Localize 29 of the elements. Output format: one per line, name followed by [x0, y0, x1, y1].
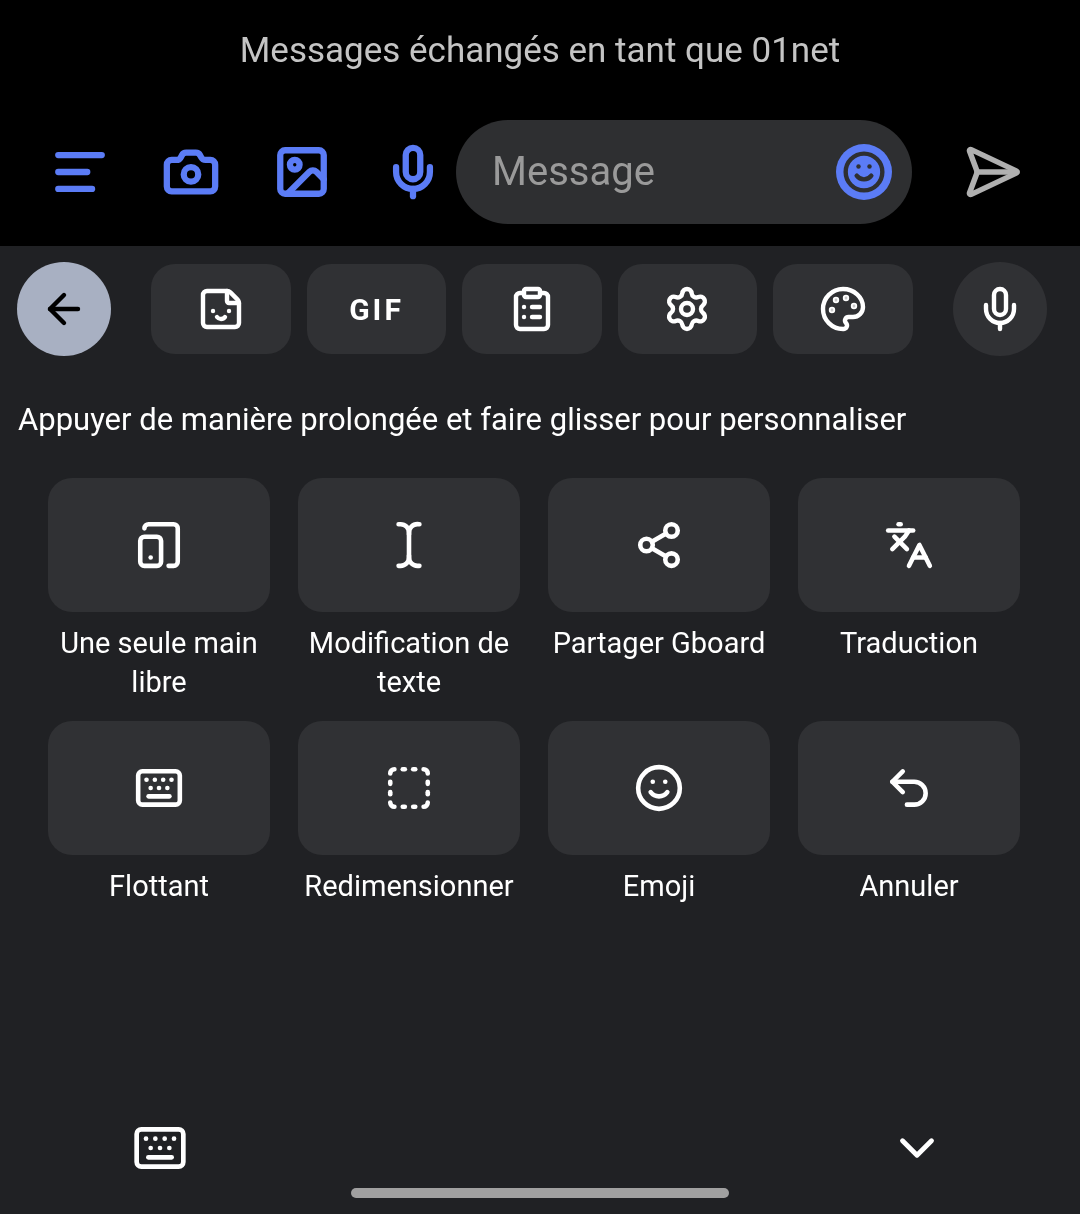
tile-label: Modification de texte — [307, 625, 511, 701]
resize-tile[interactable] — [298, 721, 520, 855]
theme-button[interactable] — [773, 264, 913, 354]
emoji-icon[interactable] — [836, 144, 892, 200]
gif-button[interactable]: GIF — [306, 264, 447, 354]
tile-label: Flottant — [108, 868, 210, 905]
share-tile[interactable] — [548, 478, 770, 612]
tile-label: Emoji — [621, 868, 697, 905]
tile-label: Traduction — [839, 625, 979, 662]
customize-hint: Appuyer de manière prolongée et faire glisser pour personnaliser — [17, 400, 908, 440]
translate-tile[interactable] — [798, 478, 1020, 612]
message-field[interactable]: Message — [456, 120, 912, 224]
message-input[interactable]: Message — [492, 142, 836, 202]
emoji-tile[interactable] — [548, 721, 770, 855]
undo-tile[interactable] — [798, 721, 1020, 855]
tile-label: Partager Gboard — [551, 625, 767, 662]
conversation-subtitle: Messages échangés en tant que 01net — [238, 29, 842, 73]
sticker-button[interactable] — [151, 264, 291, 354]
emoji-icon — [634, 763, 684, 813]
floating-tile[interactable] — [48, 721, 270, 855]
tile-label: Annuler — [858, 868, 960, 905]
clipboard-button[interactable] — [462, 264, 602, 354]
text-edit-tile[interactable] — [298, 478, 520, 612]
palette-icon — [818, 285, 867, 333]
tile-label: Une seule main libre — [59, 625, 259, 701]
one-hand-tile[interactable] — [48, 478, 270, 612]
tile-label: Redimensionner — [303, 868, 515, 905]
translate-icon — [884, 520, 934, 570]
settings-button[interactable] — [617, 264, 758, 354]
